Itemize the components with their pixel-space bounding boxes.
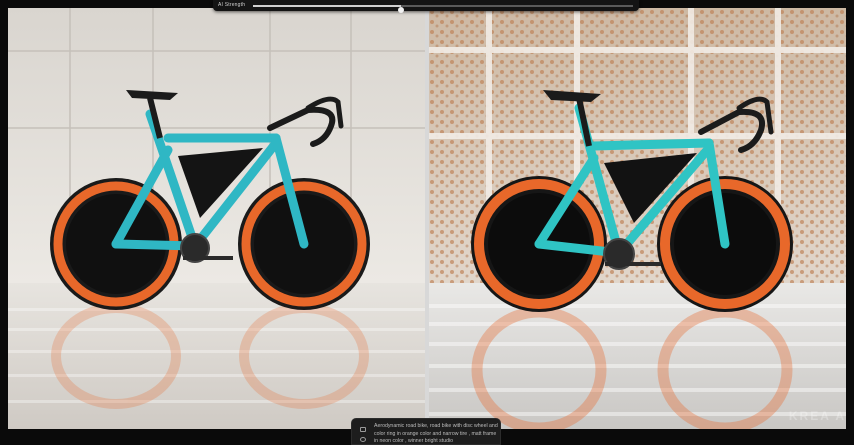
ai-strength-slider-bar: AI Strength (213, 0, 639, 13)
comparison-image-right (429, 8, 846, 429)
ai-strength-track-fill (253, 5, 402, 7)
comparison-divider-handle[interactable] (425, 8, 429, 429)
sliders-icon[interactable] (360, 437, 366, 442)
prompt-text[interactable]: Aerodynamic road bike, road bike with di… (374, 423, 498, 444)
bike-image-left (8, 8, 425, 429)
ai-strength-label: AI Strength (218, 2, 246, 8)
image-icon[interactable] (360, 427, 366, 432)
prompt-panel[interactable]: Aerodynamic road bike, road bike with di… (351, 418, 501, 445)
ai-strength-slider[interactable] (253, 5, 633, 13)
bike-image-right (429, 8, 846, 429)
comparison-image-left (8, 8, 425, 429)
krea-logo: KREA A (788, 409, 846, 423)
